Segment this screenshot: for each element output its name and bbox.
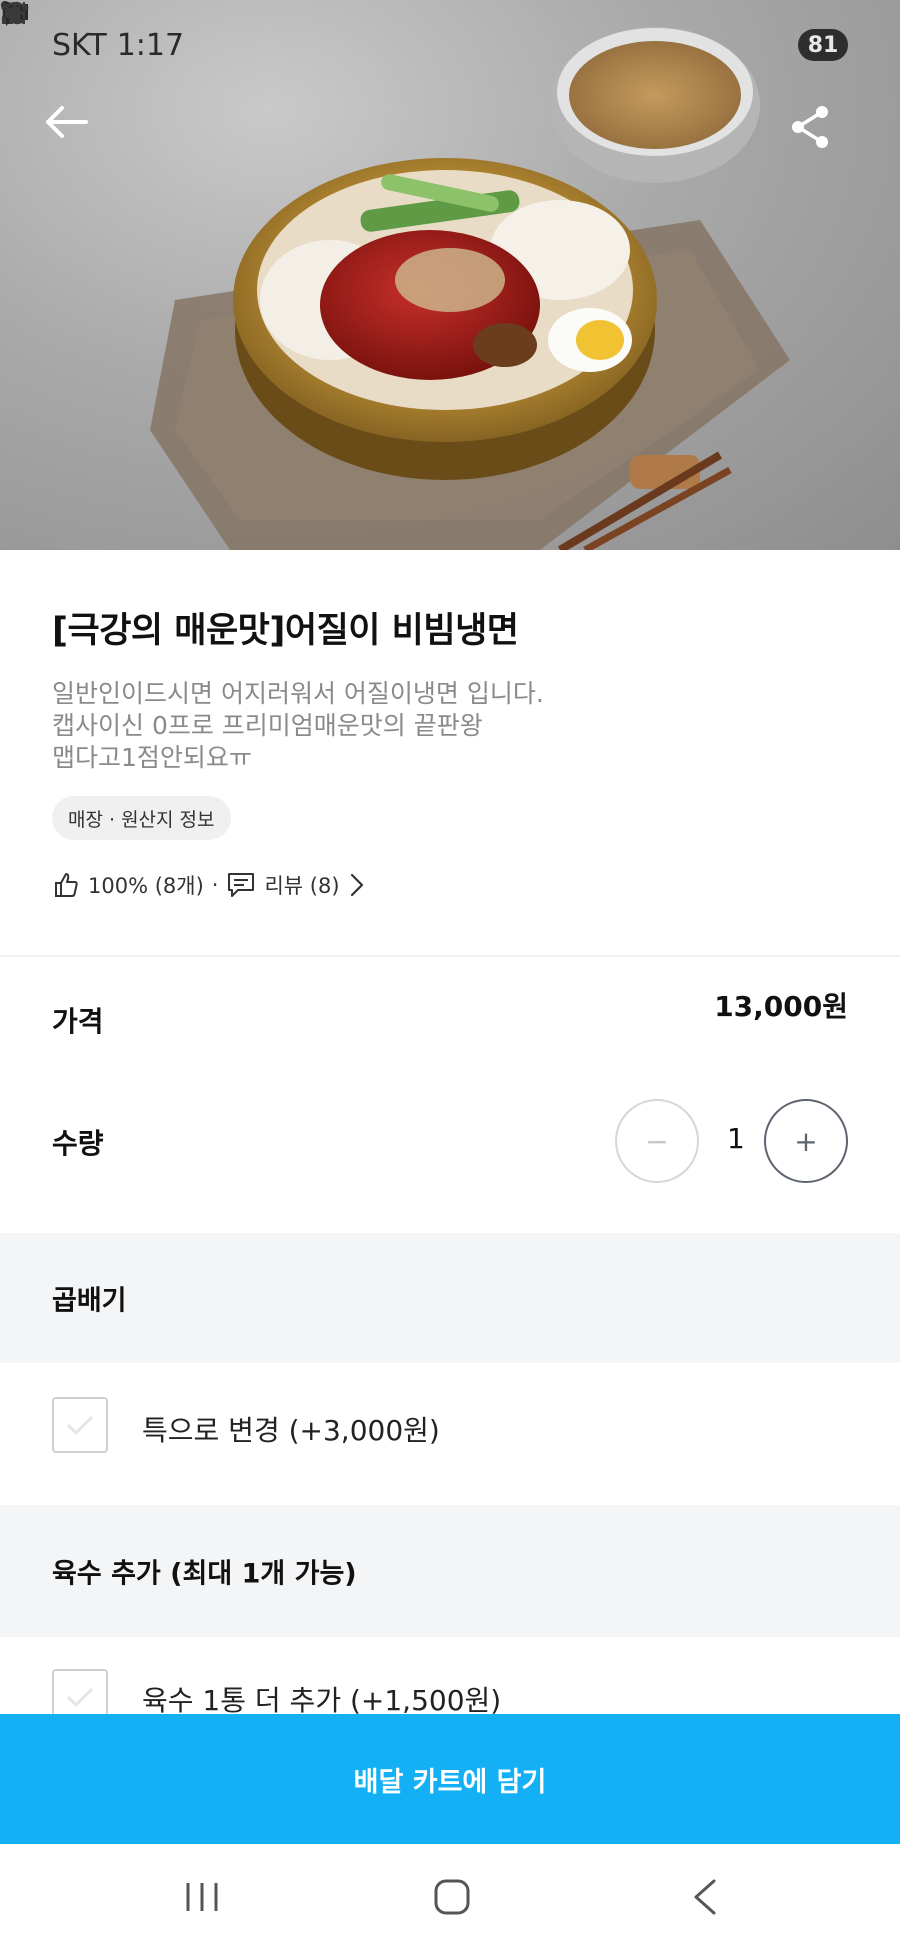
option-group-title: 곱배기 [52, 1285, 127, 1317]
clock: 1:17 [116, 27, 185, 63]
meta-separator: · [211, 873, 219, 897]
option-group-header: 육수 추가 (최대 1개 가능) [0, 1505, 900, 1637]
increase-quantity-button[interactable]: + [764, 1099, 848, 1183]
description-line: 일반인이드시면 어지러워서 어질이냉면 입니다. [52, 679, 544, 708]
quantity-label: 수량 [52, 1127, 104, 1160]
back-arrow-icon [46, 106, 88, 138]
status-bar: SKT 1:17 81 [0, 0, 900, 90]
price-label: 가격 [52, 1005, 104, 1038]
product-info: [극강의 매운맛]어질이 비빔냉면 일반인이드시면 어지러워서 어질이냉면 입니… [0, 550, 900, 955]
product-title: [극강의 매운맛]어질이 비빔냉면 [52, 611, 519, 651]
chevron-right-icon [350, 873, 363, 897]
battery-indicator: 81 [798, 29, 848, 61]
home-button[interactable] [419, 1864, 485, 1930]
app-screen: SKT 1:17 81 [극강의 매운맛]어질이 비빔냉면 일반인이드시면 어지… [0, 0, 900, 1950]
share-button[interactable] [788, 104, 852, 168]
review-count: 리뷰 (8) [264, 874, 340, 898]
option-label: 육수 1통 더 추가 (+1,500원) [142, 1684, 502, 1714]
system-navigation-bar [0, 1844, 900, 1950]
share-icon [792, 106, 828, 148]
like-rate: 100% (8개) [88, 874, 204, 898]
carrier-label: SKT [52, 27, 107, 63]
description-line: 캡사이신 0프로 프리미엄매운맛의 끝판왕 [52, 711, 483, 740]
price-value: 13,000원 [714, 990, 848, 1023]
option-checkbox[interactable] [52, 1669, 108, 1714]
divider [0, 955, 900, 957]
thumbs-up-icon [55, 873, 78, 897]
decrease-quantity-button[interactable]: − [615, 1099, 699, 1183]
recent-apps-icon [186, 1883, 218, 1911]
rating-review-row[interactable]: 100% (8개) · 리뷰 (8) [52, 870, 366, 900]
option-label: 특으로 변경 (+3,000원) [142, 1414, 440, 1447]
option-group-header: 곱배기 [0, 1233, 900, 1363]
back-nav-button[interactable] [672, 1864, 738, 1930]
quantity-value: 1 [727, 1122, 745, 1155]
back-button[interactable] [44, 104, 108, 168]
option-group-title: 육수 추가 (최대 1개 가능) [52, 1558, 357, 1590]
back-chevron-icon [694, 1879, 716, 1915]
home-icon [434, 1879, 470, 1915]
check-icon [66, 1687, 94, 1708]
product-image: SKT 1:17 81 [0, 0, 900, 550]
product-description: 일반인이드시면 어지러워서 어질이냉면 입니다. 캡사이신 0프로 프리미엄매운… [52, 678, 544, 774]
store-origin-info-chip[interactable]: 매장 · 원산지 정보 [52, 796, 231, 840]
option-row[interactable]: 육수 1통 더 추가 (+1,500원) [0, 1637, 900, 1714]
check-icon [66, 1415, 94, 1436]
chat-icon [228, 873, 255, 897]
add-to-cart-button[interactable]: 배달 카트에 담기 [0, 1714, 900, 1844]
recent-apps-button[interactable] [169, 1864, 235, 1930]
description-line: 맵다고1점안되요ㅠ [52, 743, 252, 772]
option-row[interactable]: 특으로 변경 (+3,000원) [0, 1363, 900, 1505]
option-checkbox[interactable] [52, 1397, 108, 1453]
